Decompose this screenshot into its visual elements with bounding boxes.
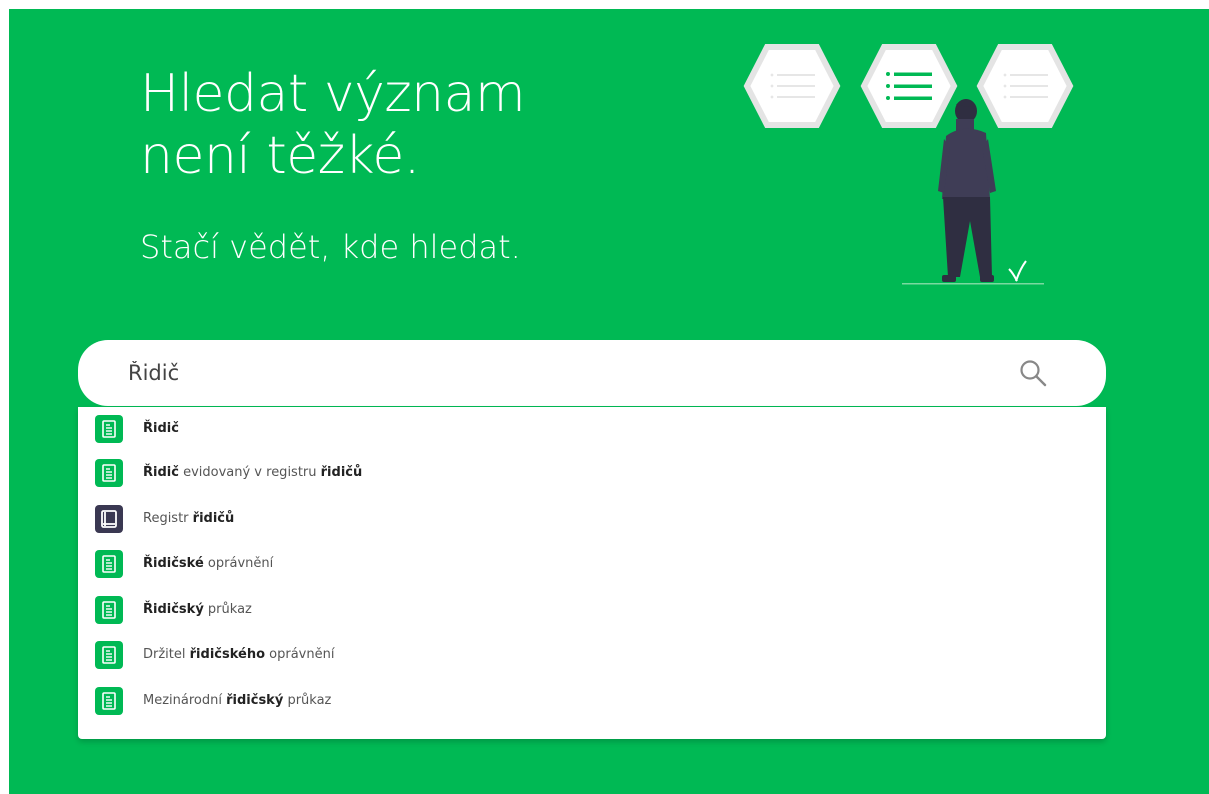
suggestion-item[interactable]: Řidič [78,407,1106,451]
search-box [78,340,1106,406]
document-icon [95,415,123,443]
person-figure [938,99,996,282]
suggestion-item[interactable]: Mezinárodní řidičský průkaz [78,679,1106,723]
document-icon [95,596,123,624]
person-with-hexagons-illustration [743,44,1074,285]
suggestion-label: Řidičský průkaz [143,588,252,632]
suggestion-text: Držitel [143,647,190,662]
suggestion-match-text: řidičského [189,647,266,662]
suggestion-item[interactable]: Řidič evidovaný v registru řidičů [78,451,1106,495]
suggestion-match-text: Řidič [143,421,179,436]
suggestion-item[interactable]: Registr řidičů [78,497,1106,541]
suggestion-label: Řidič evidovaný v registru řidičů [143,451,362,495]
list-hexagon-icon [743,44,841,128]
suggestion-item[interactable]: Řidičský průkaz [78,588,1106,632]
document-icon [95,641,123,669]
suggestion-text: Registr [143,511,193,526]
suggestion-label: Řidičské oprávnění [143,542,273,586]
hero-subtitle: Stačí vědět, kde hledat. [140,228,521,266]
list-hexagon-active-icon [860,44,958,128]
list-hexagon-icon [976,44,1074,128]
suggestion-match-text: Řidič [143,465,179,480]
suggestion-label: Držitel řidičského oprávnění [143,633,334,677]
suggestion-label: Řidič [143,407,179,451]
search-input[interactable] [128,352,1008,394]
suggestion-match-text: řidičů [192,511,235,526]
suggestion-dropdown: Řidič Řidič evidovaný v registru řidičů … [78,407,1106,739]
suggestion-text: oprávnění [265,647,335,662]
document-icon [95,459,123,487]
suggestion-text: oprávnění [203,556,274,571]
document-icon [95,687,123,715]
suggestion-label: Mezinárodní řidičský průkaz [143,679,331,723]
hero-title: Hledat význam není těžké. [140,64,526,186]
suggestion-item[interactable]: Řidičské oprávnění [78,542,1106,586]
suggestion-match-text: Řidičský [143,602,204,617]
suggestion-text: průkaz [203,602,252,617]
search-icon[interactable] [1018,358,1048,388]
suggestion-item[interactable]: Držitel řidičského oprávnění [78,633,1106,677]
suggestion-text: evidovaný v registru [178,465,321,480]
suggestion-text: průkaz [283,693,332,708]
suggestion-match-text: řidičský [226,693,284,708]
suggestion-match-text: Řidičské [143,556,204,571]
suggestion-text: Mezinárodní [143,693,227,708]
document-icon [95,550,123,578]
suggestion-label: Registr řidičů [143,497,234,541]
suggestion-match-text: řidičů [320,465,363,480]
book-icon [95,505,123,533]
